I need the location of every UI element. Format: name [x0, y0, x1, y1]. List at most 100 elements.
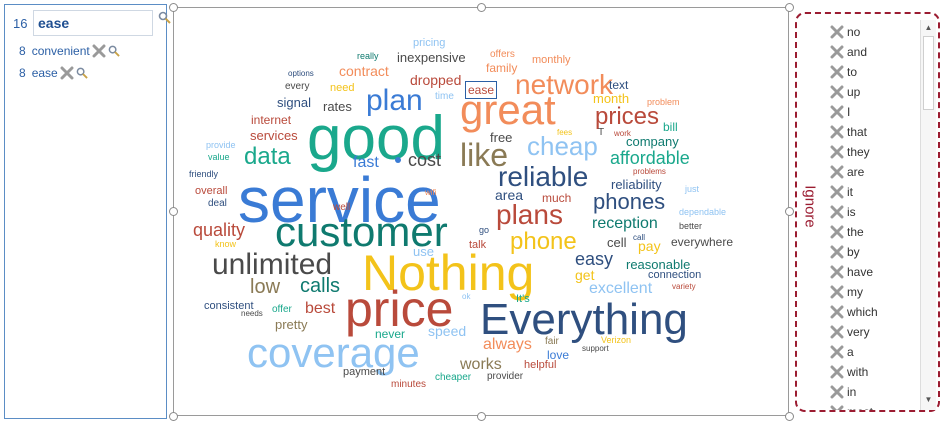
cloud-word[interactable]: deal [208, 199, 227, 209]
remove-icon[interactable] [830, 185, 844, 199]
remove-icon[interactable] [830, 365, 844, 379]
cloud-word[interactable]: better [679, 222, 702, 231]
cloud-word[interactable]: support [582, 345, 609, 353]
cloud-word[interactable]: text [609, 79, 628, 91]
cloud-word[interactable]: quality [193, 221, 245, 239]
cloud-word[interactable]: pricing [413, 38, 445, 49]
remove-icon[interactable] [830, 345, 844, 359]
remove-icon[interactable] [830, 245, 844, 259]
cloud-word[interactable]: inexpensive [397, 51, 466, 64]
cloud-word[interactable]: prices [595, 105, 659, 129]
cloud-word[interactable]: easy [575, 250, 613, 268]
cloud-word[interactable]: company [626, 135, 679, 148]
cloud-word[interactable]: area [495, 188, 523, 202]
cloud-word[interactable]: problem [647, 98, 680, 107]
cloud-word[interactable]: offers [490, 50, 515, 60]
cloud-word[interactable]: It's [516, 294, 530, 305]
cloud-word[interactable]: variety [672, 283, 696, 291]
cloud-word[interactable]: much [542, 192, 571, 204]
remove-icon[interactable] [830, 205, 844, 219]
cloud-word[interactable]: free [490, 131, 512, 144]
cloud-word[interactable]: value [208, 153, 230, 162]
cloud-word[interactable]: reliability [611, 178, 662, 191]
scroll-up-arrow-icon[interactable]: ▲ [921, 20, 936, 34]
cloud-word[interactable]: monthly [532, 55, 571, 66]
cloud-word[interactable]: speed [428, 324, 466, 338]
cloud-word[interactable]: month [593, 92, 629, 105]
cloud-word[interactable]: family [486, 62, 517, 74]
cloud-word[interactable]: provider [487, 372, 523, 382]
cloud-word[interactable]: pretty [275, 318, 308, 331]
remove-icon[interactable] [830, 85, 844, 99]
cloud-word[interactable]: phone [510, 230, 577, 254]
remove-icon[interactable] [830, 285, 844, 299]
remove-icon[interactable] [830, 325, 844, 339]
cloud-word[interactable]: everywhere [671, 236, 733, 248]
cloud-word[interactable]: cell [607, 236, 627, 249]
remove-icon[interactable] [830, 65, 844, 79]
cloud-word[interactable]: options [288, 70, 314, 78]
remove-icon[interactable] [830, 265, 844, 279]
cloud-word[interactable]: just [685, 185, 699, 194]
cloud-word[interactable]: overall [195, 186, 227, 197]
remove-icon[interactable] [830, 165, 844, 179]
cloud-word[interactable]: T [598, 128, 604, 138]
remove-icon[interactable] [830, 305, 844, 319]
remove-icon[interactable] [830, 405, 844, 410]
cloud-word[interactable]: excellent [589, 281, 652, 297]
cloud-word[interactable]: talk [469, 240, 486, 251]
cloud-word[interactable]: services [250, 129, 298, 142]
cloud-word[interactable]: dropped [410, 73, 461, 87]
cloud-word[interactable]: plans [496, 201, 563, 229]
remove-icon[interactable] [830, 125, 844, 139]
scroll-thumb[interactable] [923, 36, 934, 110]
cloud-word[interactable]: low [250, 277, 280, 297]
cloud-word[interactable]: provide [206, 141, 236, 150]
cloud-word[interactable]: every [285, 82, 309, 92]
cloud-word[interactable]: phones [593, 191, 665, 213]
ignore-scrollbar[interactable]: ▲ ▼ [920, 20, 936, 410]
cloud-word[interactable]: always [483, 337, 532, 353]
cloud-word[interactable]: fast [353, 155, 379, 171]
cloud-word[interactable]: best [305, 301, 335, 317]
cloud-word[interactable]: use [413, 245, 434, 258]
cloud-word[interactable]: fair [545, 337, 559, 347]
cloud-word[interactable]: friendly [189, 170, 218, 179]
cloud-word[interactable]: cheaper [435, 373, 471, 383]
cloud-word[interactable]: go [479, 226, 489, 235]
cloud-word[interactable]: get [575, 268, 594, 282]
cloud-word[interactable]: wifi [425, 189, 437, 197]
cloud-word[interactable]: never [375, 328, 405, 340]
cloud-word[interactable]: dependable [679, 208, 726, 217]
cloud-word[interactable]: cost [408, 151, 441, 169]
cloud-word[interactable]: bill [663, 121, 678, 133]
cloud-word[interactable]: know [215, 240, 236, 249]
cloud-word[interactable]: connection [648, 270, 701, 281]
cloud-word[interactable]: minutes [391, 380, 426, 390]
cloud-word[interactable]: rates [323, 100, 352, 113]
cloud-word[interactable]: contract [339, 64, 389, 78]
remove-icon[interactable] [830, 145, 844, 159]
cloud-word[interactable]: work [614, 130, 631, 138]
cloud-word[interactable]: well [333, 203, 350, 213]
remove-icon[interactable] [830, 45, 844, 59]
cloud-word[interactable]: plan [366, 86, 423, 116]
cloud-word[interactable]: signal [277, 96, 311, 109]
cloud-word[interactable]: time [435, 92, 454, 102]
cloud-word[interactable]: internet [251, 114, 291, 126]
cloud-word[interactable]: need [330, 83, 354, 94]
cloud-word[interactable]: calls [300, 276, 340, 296]
remove-icon[interactable] [830, 385, 844, 399]
cloud-word[interactable]: ok [462, 293, 470, 301]
remove-icon[interactable] [830, 105, 844, 119]
remove-icon[interactable] [830, 225, 844, 239]
cloud-word[interactable]: problems [633, 168, 666, 176]
cloud-word[interactable]: payment [343, 367, 385, 378]
cloud-word[interactable]: call [633, 234, 645, 242]
cloud-word[interactable]: fees [557, 129, 572, 137]
cloud-word[interactable]: helpful [524, 360, 556, 371]
scroll-down-arrow-icon[interactable]: ▼ [921, 392, 936, 406]
cloud-word[interactable]: affordable [610, 149, 690, 167]
cloud-word[interactable]: really [357, 52, 379, 61]
remove-icon[interactable] [830, 25, 844, 39]
